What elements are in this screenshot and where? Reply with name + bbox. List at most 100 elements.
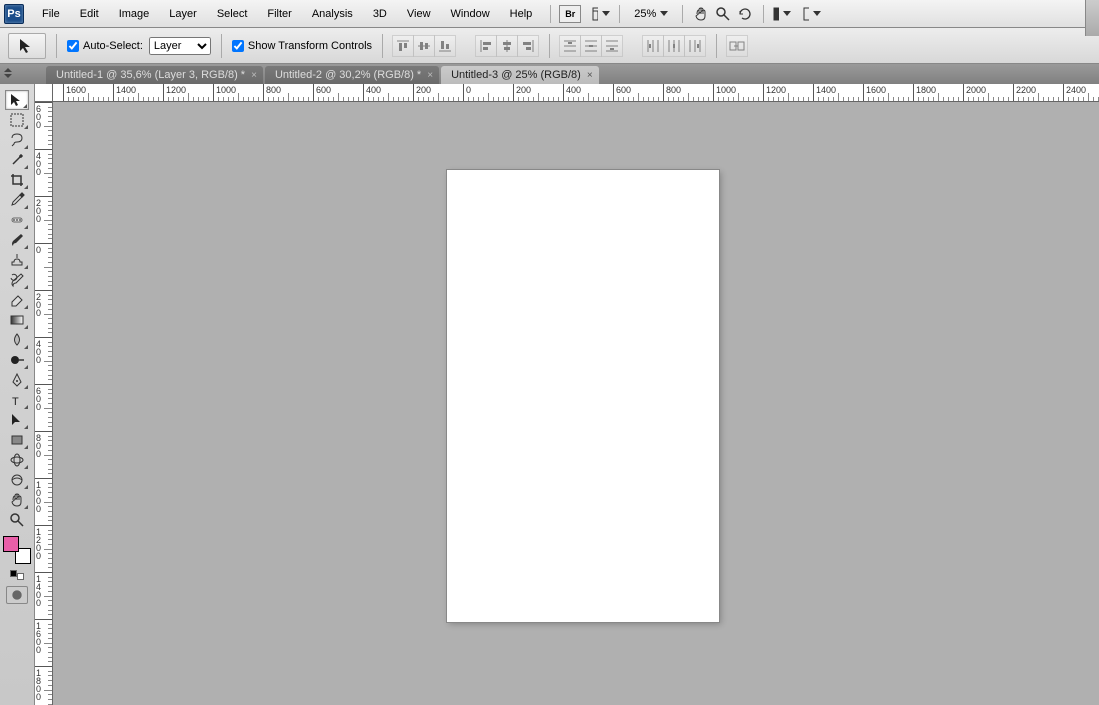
dist-right-button[interactable] bbox=[684, 35, 706, 57]
show-transform-label: Show Transform Controls bbox=[248, 40, 372, 52]
vertical-ruler[interactable]: 6004002000200400600800100012001400160018… bbox=[35, 102, 53, 705]
close-icon[interactable]: × bbox=[427, 70, 433, 81]
marquee-tool[interactable] bbox=[5, 110, 29, 130]
align-right-button[interactable] bbox=[517, 35, 539, 57]
dist-vcenter-button[interactable] bbox=[580, 35, 602, 57]
show-transform-check[interactable] bbox=[232, 40, 244, 52]
align-left-button[interactable] bbox=[475, 35, 497, 57]
eraser-tool[interactable] bbox=[5, 290, 29, 310]
menu-view[interactable]: View bbox=[397, 4, 441, 24]
3d-orbit-tool[interactable] bbox=[5, 470, 29, 490]
path-selection-tool[interactable] bbox=[5, 410, 29, 430]
fg-color-swatch[interactable] bbox=[3, 536, 19, 552]
svg-text:T: T bbox=[12, 396, 19, 408]
menu-select[interactable]: Select bbox=[207, 4, 258, 24]
zoom-tool-shortcut[interactable] bbox=[713, 4, 733, 24]
align-bottom-button[interactable] bbox=[434, 35, 456, 57]
separator bbox=[682, 5, 683, 23]
caret-icon bbox=[813, 11, 821, 16]
tab-label: Untitled-1 @ 35,6% (Layer 3, RGB/8) * bbox=[56, 69, 245, 81]
hand-tool-shortcut[interactable] bbox=[691, 4, 711, 24]
default-colors-icon[interactable] bbox=[10, 570, 24, 580]
separator bbox=[716, 34, 717, 58]
eyedropper-tool[interactable] bbox=[5, 190, 29, 210]
3d-rotate-tool[interactable] bbox=[5, 450, 29, 470]
crop-tool[interactable] bbox=[5, 170, 29, 190]
gradient-tool[interactable] bbox=[5, 310, 29, 330]
menu-file[interactable]: File bbox=[32, 4, 70, 24]
menu-filter[interactable]: Filter bbox=[257, 4, 301, 24]
ruler-origin[interactable] bbox=[35, 84, 53, 102]
caret-icon bbox=[783, 11, 791, 16]
lasso-tool[interactable] bbox=[5, 130, 29, 150]
canvas-area[interactable]: 1600140012001000800600400200020040060080… bbox=[35, 84, 1099, 705]
move-tool[interactable] bbox=[5, 90, 29, 110]
menu-3d[interactable]: 3D bbox=[363, 4, 397, 24]
distribute-v-group bbox=[560, 35, 623, 57]
arrange-docs-button[interactable] bbox=[591, 4, 611, 24]
tab-label: Untitled-3 @ 25% (RGB/8) bbox=[451, 69, 581, 81]
healing-brush-tool[interactable] bbox=[5, 210, 29, 230]
color-swatches[interactable] bbox=[3, 536, 31, 564]
separator bbox=[763, 5, 764, 23]
history-brush-tool[interactable] bbox=[5, 270, 29, 290]
toolbox: T bbox=[0, 84, 35, 705]
document-canvas[interactable] bbox=[447, 170, 719, 622]
auto-select-checkbox[interactable]: Auto-Select: bbox=[67, 40, 143, 52]
close-icon[interactable]: × bbox=[587, 70, 593, 81]
align-top-button[interactable] bbox=[392, 35, 414, 57]
horizontal-ruler[interactable]: 1600140012001000800600400200020040060080… bbox=[53, 84, 1099, 102]
auto-align-button[interactable] bbox=[726, 35, 748, 57]
panel-dock-handle[interactable] bbox=[1085, 0, 1099, 36]
auto-select-check[interactable] bbox=[67, 40, 79, 52]
quick-mask-button[interactable] bbox=[6, 586, 28, 604]
tab-stack-icon[interactable] bbox=[4, 68, 14, 78]
type-tool[interactable]: T bbox=[5, 390, 29, 410]
close-icon[interactable]: × bbox=[251, 70, 257, 81]
current-tool-icon[interactable] bbox=[8, 33, 46, 59]
magic-wand-tool[interactable] bbox=[5, 150, 29, 170]
brush-tool[interactable] bbox=[5, 230, 29, 250]
dodge-tool[interactable] bbox=[5, 350, 29, 370]
dist-hcenter-button[interactable] bbox=[663, 35, 685, 57]
clone-stamp-tool[interactable] bbox=[5, 250, 29, 270]
show-transform-checkbox[interactable]: Show Transform Controls bbox=[232, 40, 372, 52]
menu-window[interactable]: Window bbox=[441, 4, 500, 24]
rotate-view-shortcut[interactable] bbox=[735, 4, 755, 24]
document-tab[interactable]: Untitled-1 @ 35,6% (Layer 3, RGB/8) * × bbox=[46, 66, 263, 84]
menu-help[interactable]: Help bbox=[500, 4, 543, 24]
menu-layer[interactable]: Layer bbox=[159, 4, 207, 24]
zoom-value: 25% bbox=[634, 8, 656, 20]
document-tab[interactable]: Untitled-2 @ 30,2% (RGB/8) * × bbox=[265, 66, 439, 84]
blur-tool[interactable] bbox=[5, 330, 29, 350]
app-icon: Ps bbox=[4, 4, 24, 24]
zoom-tool[interactable] bbox=[5, 510, 29, 530]
align-edges-group bbox=[393, 35, 456, 57]
menu-image[interactable]: Image bbox=[109, 4, 160, 24]
menu-analysis[interactable]: Analysis bbox=[302, 4, 363, 24]
auto-select-dropdown[interactable]: Layer bbox=[149, 37, 211, 55]
workspace: T 16001400120010008006004002000200400600… bbox=[0, 84, 1099, 705]
zoom-level[interactable]: 25% bbox=[628, 8, 674, 20]
bridge-button[interactable]: Br bbox=[559, 5, 581, 23]
document-tab[interactable]: Untitled-3 @ 25% (RGB/8) × bbox=[441, 66, 599, 84]
align-hcenter-button[interactable] bbox=[496, 35, 518, 57]
screen-mode-button[interactable] bbox=[772, 4, 792, 24]
auto-select-label: Auto-Select: bbox=[83, 40, 143, 52]
rectangle-tool[interactable] bbox=[5, 430, 29, 450]
distribute-h-group bbox=[643, 35, 706, 57]
menubar: Ps FileEditImageLayerSelectFilterAnalysi… bbox=[0, 0, 1099, 28]
workspace-switcher[interactable] bbox=[802, 4, 822, 24]
dist-top-button[interactable] bbox=[559, 35, 581, 57]
separator bbox=[549, 34, 550, 58]
separator bbox=[382, 34, 383, 58]
align-vcenter-button[interactable] bbox=[413, 35, 435, 57]
dist-bottom-button[interactable] bbox=[601, 35, 623, 57]
pen-tool[interactable] bbox=[5, 370, 29, 390]
dist-left-button[interactable] bbox=[642, 35, 664, 57]
hand-tool[interactable] bbox=[5, 490, 29, 510]
tab-label: Untitled-2 @ 30,2% (RGB/8) * bbox=[275, 69, 421, 81]
menu-edit[interactable]: Edit bbox=[70, 4, 109, 24]
separator bbox=[619, 5, 620, 23]
separator bbox=[56, 34, 57, 58]
